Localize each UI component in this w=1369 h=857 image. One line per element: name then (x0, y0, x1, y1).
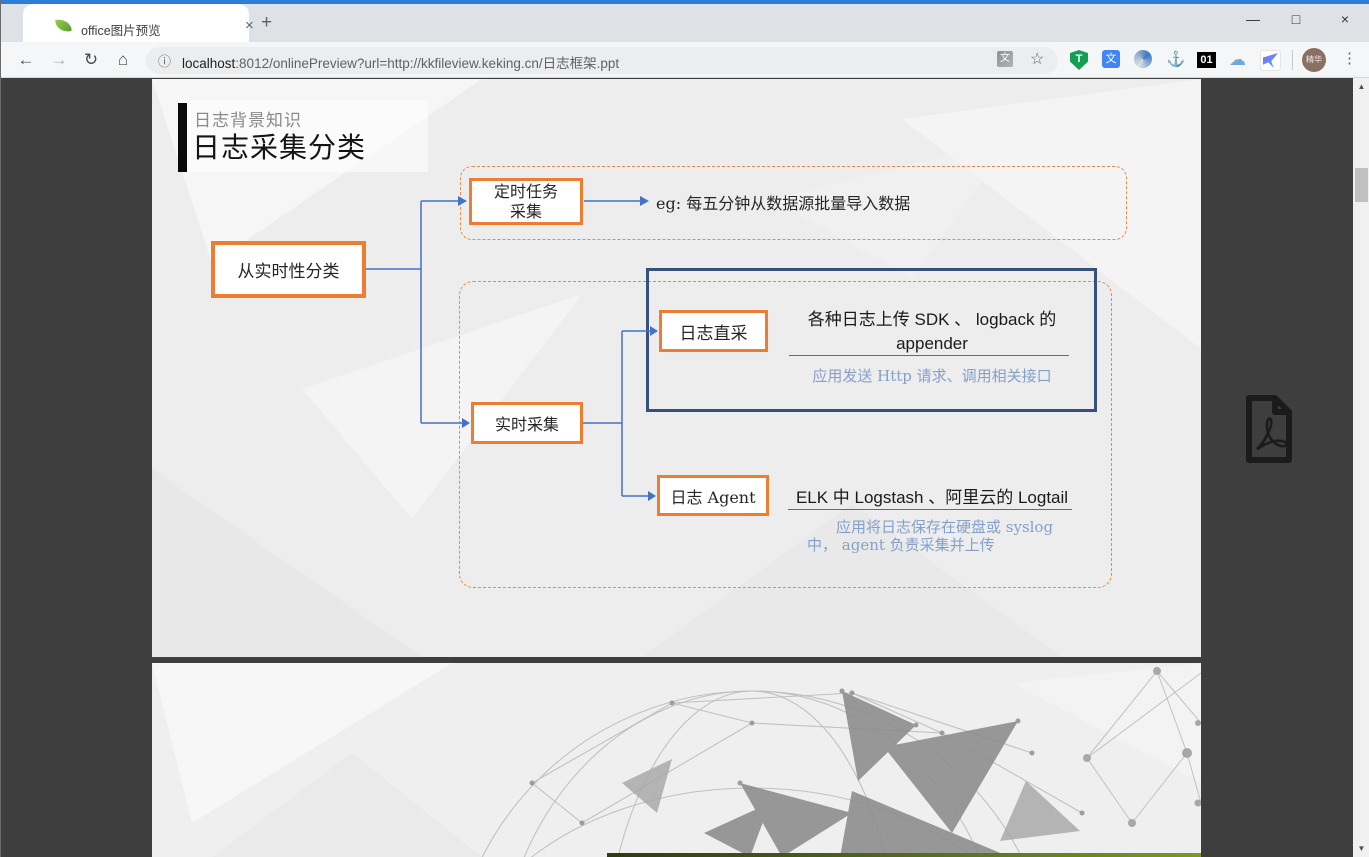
scrollbar-up-icon[interactable]: ▲ (1353, 78, 1369, 95)
timed-example-text: eg: 每五分钟从数据源批量导入数据 (656, 190, 910, 214)
cloud-extension-icon[interactable]: ☁ (1229, 50, 1249, 70)
home-icon[interactable]: ⌂ (111, 50, 135, 70)
url-text[interactable]: localhost:8012/onlinePreview?url=http://… (182, 52, 619, 72)
bookmark-star-icon[interactable]: ☆ (1030, 49, 1044, 69)
slide2-globe-graphic (152, 663, 1201, 857)
anchor-extension-icon[interactable]: ⚓ (1166, 50, 1186, 70)
tab-title: office图片预览 (81, 20, 161, 39)
toolbar-divider (1292, 50, 1293, 70)
back-icon[interactable]: ← (14, 50, 38, 70)
swirl-extension-icon[interactable] (1134, 50, 1154, 70)
window-close-button[interactable]: × (1330, 11, 1360, 27)
agent-underline (788, 509, 1072, 510)
direct-underline (789, 355, 1069, 356)
node-log-agent: 日志 Agent (657, 475, 769, 516)
browser-menu-icon[interactable]: ⋮ (1342, 49, 1357, 67)
url-host: localhost (182, 56, 235, 71)
direct-description: 各种日志上传 SDK 、 logback 的 appender (782, 308, 1082, 356)
pdf-file-icon[interactable] (1233, 392, 1303, 466)
translate-extension-icon[interactable]: 文 (1102, 50, 1122, 70)
scrollbar-down-icon[interactable]: ▼ (1353, 840, 1369, 857)
new-tab-button[interactable]: + (261, 12, 272, 34)
window-minimize-button[interactable]: — (1238, 11, 1268, 27)
page-info-icon[interactable]: ⓘ (158, 51, 171, 70)
profile-avatar[interactable]: 精华 (1302, 48, 1326, 72)
badge-01-extension-icon[interactable]: 01 (1197, 50, 1217, 70)
spring-leaf-favicon (56, 19, 72, 35)
browser-tab[interactable]: office图片预览 × (23, 4, 249, 42)
translate-page-icon[interactable]: 文 (997, 51, 1013, 67)
slide-2-preview (152, 663, 1201, 857)
agent-description: ELK 中 Logstash 、阿里云的 Logtail (770, 483, 1094, 508)
scrollbar-thumb[interactable] (1355, 168, 1368, 202)
agent-note: 应用将日志保存在硬盘或 syslog 中， agent 负责采集并上传 (807, 518, 1107, 554)
url-path: :8012/onlinePreview?url=http://kkfilevie… (235, 56, 619, 71)
reload-icon[interactable]: ↻ (79, 50, 103, 70)
node-realtime-classification: 从实时性分类 (211, 241, 366, 298)
slide-1-preview: 日志背景知识 日志采集分类 (152, 79, 1201, 657)
window-maximize-button[interactable]: □ (1281, 11, 1311, 27)
page-viewport: 日志背景知识 日志采集分类 (1, 78, 1369, 857)
forward-icon[interactable]: → (47, 50, 71, 70)
browser-window: office图片预览 × + — □ × ← → ↻ ⌂ ⓘ localhost… (0, 0, 1369, 857)
node-realtime-collection: 实时采集 (471, 402, 583, 444)
node-timed-collection: 定时任务 采集 (469, 178, 583, 225)
node-direct-collection: 日志直采 (659, 310, 768, 352)
tab-close-icon[interactable]: × (245, 17, 254, 34)
shield-extension-icon[interactable]: T (1070, 50, 1090, 70)
bird-extension-icon[interactable] (1260, 50, 1280, 70)
direct-note: 应用发送 Http 请求、调用相关接口 (782, 365, 1082, 386)
